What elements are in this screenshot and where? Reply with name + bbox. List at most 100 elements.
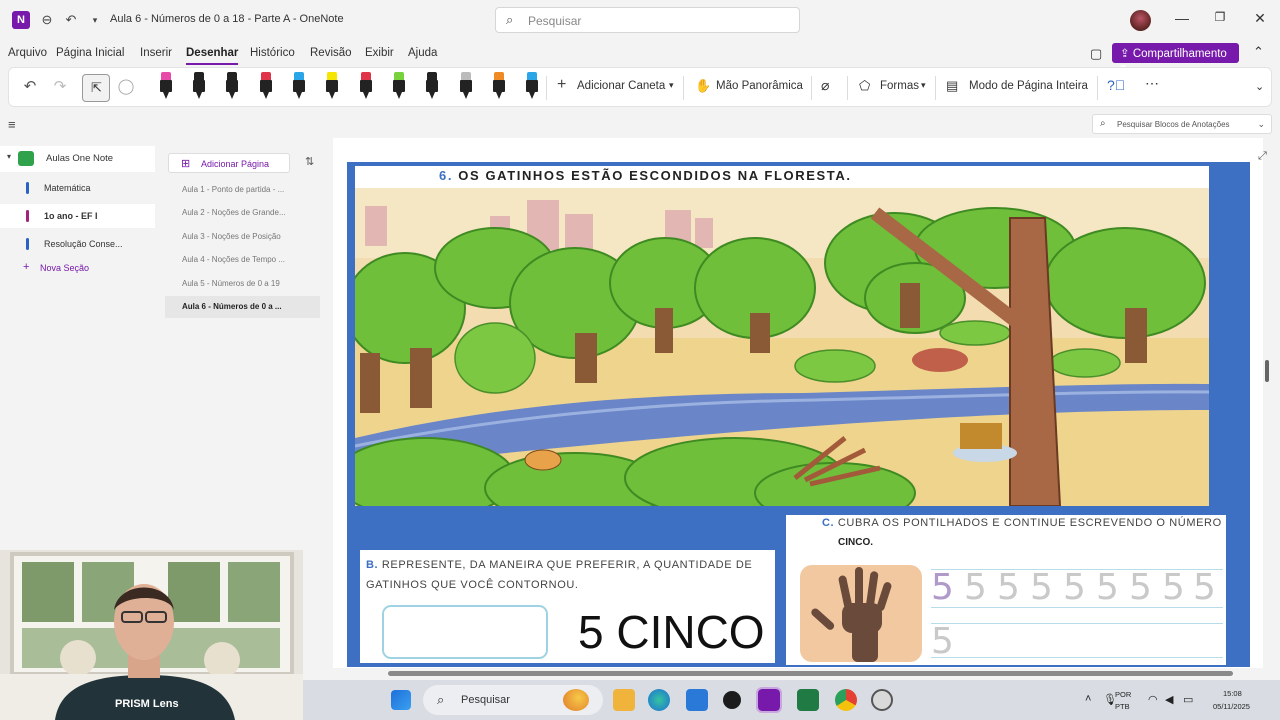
share-button[interactable]: ⇪ Compartilhamento ▾ bbox=[1112, 43, 1239, 74]
panning-hand-button[interactable]: Mão Panorâmica bbox=[716, 80, 803, 92]
page-item[interactable]: Aula 2 - Noções de Grande... bbox=[165, 202, 320, 224]
chevron-down-icon[interactable]: ▾ bbox=[7, 152, 11, 161]
pen-cap bbox=[461, 72, 471, 80]
redo-icon[interactable]: ↷ bbox=[49, 77, 71, 95]
lasso-icon[interactable]: ◯ bbox=[115, 77, 137, 95]
pen-9-icon[interactable] bbox=[425, 72, 439, 102]
pen-2-icon[interactable] bbox=[192, 72, 206, 102]
volume-icon[interactable]: ◀ bbox=[1165, 693, 1173, 706]
section-item-1o-ano[interactable]: 1o ano - EF I bbox=[0, 204, 155, 228]
page-item[interactable]: Aula 4 - Noções de Tempo ... bbox=[165, 249, 320, 271]
page-item[interactable]: Aula 3 - Noções de Posição bbox=[165, 226, 320, 248]
menu-desenhar[interactable]: Desenhar bbox=[186, 47, 239, 65]
onenote-taskbar-icon[interactable] bbox=[756, 687, 782, 713]
save-icon[interactable]: ⊖ bbox=[38, 11, 56, 29]
activity-b-letter: B. bbox=[366, 559, 379, 571]
undo-icon[interactable]: ↶ bbox=[62, 11, 80, 29]
menu-revisao[interactable]: Revisão bbox=[310, 47, 352, 59]
eraser-icon[interactable]: ⌀ bbox=[821, 77, 829, 94]
menu-exibir[interactable]: Exibir bbox=[365, 47, 394, 59]
pen-cap bbox=[361, 72, 371, 80]
vertical-scrollbar[interactable] bbox=[1262, 145, 1272, 665]
collapse-ribbon-icon[interactable]: ⌃ bbox=[1253, 44, 1264, 60]
taskbar-search[interactable]: ⌕ Pesquisar bbox=[423, 685, 603, 715]
pen-8-icon[interactable] bbox=[392, 72, 406, 102]
scrollbar-thumb[interactable] bbox=[1265, 360, 1269, 382]
clock-date[interactable]: 05/11/2025 bbox=[1213, 702, 1250, 711]
file-explorer-icon[interactable] bbox=[613, 689, 635, 711]
new-section-button[interactable]: + Nova Seção bbox=[0, 256, 155, 280]
pen-4-icon[interactable] bbox=[259, 72, 273, 102]
answer-box[interactable] bbox=[382, 605, 548, 659]
section-item-resolucao[interactable]: Resolução Conse... bbox=[0, 232, 155, 256]
scrollbar-thumb[interactable] bbox=[388, 671, 1233, 676]
chevron-down-icon[interactable]: ▾ bbox=[669, 80, 674, 91]
activity-b-question: B. REPRESENTE, DA MANEIRA QUE PREFERIR, … bbox=[366, 555, 771, 595]
menu-ajuda[interactable]: Ajuda bbox=[408, 47, 437, 59]
wifi-icon[interactable]: ◠ bbox=[1148, 693, 1158, 706]
pen-6-icon[interactable] bbox=[325, 72, 339, 102]
pen-5-icon[interactable] bbox=[292, 72, 306, 102]
menu-historico[interactable]: Histórico bbox=[250, 47, 295, 59]
horizontal-scrollbar[interactable] bbox=[333, 668, 1263, 680]
chevron-down-icon[interactable]: ▾ bbox=[921, 80, 926, 91]
full-page-view-button[interactable]: Modo de Página Inteira bbox=[969, 80, 1088, 92]
menu-arquivo[interactable]: Arquivo bbox=[8, 47, 47, 59]
navigation-menu-icon[interactable]: ≡ bbox=[8, 117, 16, 132]
undo-icon[interactable]: ↶ bbox=[19, 77, 41, 95]
notebook-item[interactable]: ▾ Aulas One Note bbox=[0, 146, 155, 172]
windows-start-icon[interactable] bbox=[391, 690, 411, 710]
divider bbox=[683, 76, 684, 100]
pen-1-icon[interactable] bbox=[159, 72, 173, 102]
app-icon[interactable] bbox=[723, 691, 741, 709]
activity-title-text: OS GATINHOS ESTÃO ESCONDIDOS NA FLORESTA… bbox=[458, 168, 852, 183]
edge-icon[interactable] bbox=[648, 689, 670, 711]
weather-widget-icon[interactable] bbox=[563, 689, 589, 711]
more-options-icon[interactable]: ⋯ bbox=[1145, 75, 1159, 92]
close-icon[interactable]: ✕ bbox=[1250, 10, 1270, 27]
pen-11-icon[interactable] bbox=[492, 72, 506, 102]
activity-c-box: C. CUBRA OS PONTILHADOS E CONTINUE ESCRE… bbox=[786, 515, 1226, 665]
pen-3-icon[interactable] bbox=[225, 72, 239, 102]
menu-pagina-inicial[interactable]: Página Inicial bbox=[56, 47, 124, 59]
shapes-button[interactable]: Formas bbox=[880, 80, 919, 92]
pen-10-icon[interactable] bbox=[459, 72, 473, 102]
excel-icon[interactable] bbox=[797, 689, 819, 711]
customize-dropdown-icon[interactable]: ▾ bbox=[86, 11, 104, 29]
add-pen-button[interactable]: Adicionar Caneta bbox=[577, 80, 665, 92]
page-item[interactable]: Aula 5 - Números de 0 a 19 bbox=[165, 273, 320, 295]
add-pen-plus-icon: + bbox=[557, 76, 567, 93]
search-notebooks-dropdown[interactable]: ⌕ Pesquisar Blocos de Anotações ⌄ bbox=[1092, 114, 1272, 134]
restore-icon[interactable]: ❐ bbox=[1210, 10, 1230, 24]
search-input[interactable]: ⌕ Pesquisar bbox=[495, 7, 800, 33]
page-item[interactable]: Aula 1 - Ponto de partida - ... bbox=[165, 179, 320, 201]
tray-chevron-icon[interactable]: ˄ bbox=[1085, 693, 1091, 705]
select-tool-button[interactable]: ⇱ bbox=[82, 74, 110, 102]
search-icon: ⌕ bbox=[437, 692, 445, 707]
sort-pages-icon[interactable]: ⇅ bbox=[305, 155, 314, 168]
recorder-icon[interactable] bbox=[871, 689, 893, 711]
battery-icon[interactable]: ▭ bbox=[1183, 693, 1193, 706]
webcam-label: PRISM Lens bbox=[115, 698, 179, 710]
pen-12-icon[interactable] bbox=[525, 72, 539, 102]
divider bbox=[847, 76, 848, 100]
section-item-matematica[interactable]: Matemática bbox=[0, 176, 155, 200]
store-icon[interactable] bbox=[686, 689, 708, 711]
pen-7-icon[interactable] bbox=[359, 72, 373, 102]
help-icon[interactable]: ?⃝ bbox=[1107, 77, 1125, 93]
menu-inserir[interactable]: Inserir bbox=[140, 47, 172, 59]
avatar[interactable] bbox=[1130, 10, 1151, 31]
pen-cap bbox=[227, 72, 237, 80]
minimize-icon[interactable]: — bbox=[1172, 10, 1192, 26]
tracing-digit: 5 bbox=[997, 567, 1020, 608]
chrome-icon[interactable] bbox=[835, 689, 857, 711]
language-top[interactable]: POR bbox=[1115, 690, 1131, 699]
language-bottom[interactable]: PTB bbox=[1115, 702, 1130, 711]
add-page-button[interactable]: ⊞ Adicionar Página bbox=[168, 153, 290, 173]
page-item-selected[interactable]: Aula 6 - Números de 0 a ... bbox=[165, 296, 320, 318]
chevron-down-icon[interactable]: ⌄ bbox=[1255, 80, 1264, 93]
pen-tip bbox=[396, 92, 402, 99]
pen-tip bbox=[363, 92, 369, 99]
sticky-notes-icon[interactable]: ▢ bbox=[1090, 46, 1102, 62]
clock-time[interactable]: 15:08 bbox=[1223, 689, 1242, 698]
